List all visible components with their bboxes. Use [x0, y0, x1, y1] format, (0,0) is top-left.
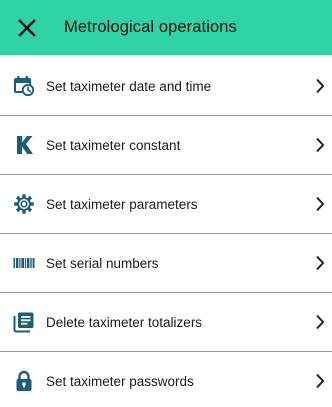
list-item-set-passwords[interactable]: Set taximeter passwords	[0, 352, 332, 407]
chevron-right-icon	[313, 372, 327, 390]
list-item-set-date-time[interactable]: Set taximeter date and time	[0, 57, 332, 115]
chevron-right-icon	[313, 77, 327, 95]
list-item-label: Set taximeter constant	[46, 137, 181, 153]
list-item-label: Set taximeter parameters	[46, 196, 198, 212]
chevron-right-icon	[313, 195, 327, 213]
k-letter-icon	[13, 134, 35, 156]
app-bar: Metrological operations	[0, 0, 332, 55]
list-item-label: Set taximeter date and time	[46, 78, 212, 94]
list-item-label: Set taximeter passwords	[46, 373, 194, 389]
chevron-right-icon	[313, 136, 327, 154]
list-item-label: Delete taximeter totalizers	[46, 314, 203, 330]
close-button[interactable]	[9, 10, 45, 46]
list-item-set-constant[interactable]: Set taximeter constant	[0, 116, 332, 174]
page-title: Metrological operations	[64, 18, 237, 36]
list-item-set-serial-numbers[interactable]: Set serial numbers	[0, 234, 332, 292]
list-item-delete-totalizers[interactable]: Delete taximeter totalizers	[0, 293, 332, 351]
document-list-icon	[13, 311, 35, 333]
list-item-label: Set serial numbers	[46, 255, 159, 271]
calendar-clock-icon	[13, 75, 35, 97]
operations-list: Set taximeter date and time Set taximete…	[0, 57, 332, 407]
lock-icon	[13, 370, 35, 392]
close-icon	[18, 18, 36, 37]
gear-icon	[13, 193, 35, 215]
chevron-right-icon	[313, 313, 327, 331]
screen: Metrological operations Set taximeter da…	[0, 0, 332, 407]
barcode-icon	[13, 252, 35, 274]
chevron-right-icon	[313, 254, 327, 272]
list-item-set-parameters[interactable]: Set taximeter parameters	[0, 175, 332, 233]
